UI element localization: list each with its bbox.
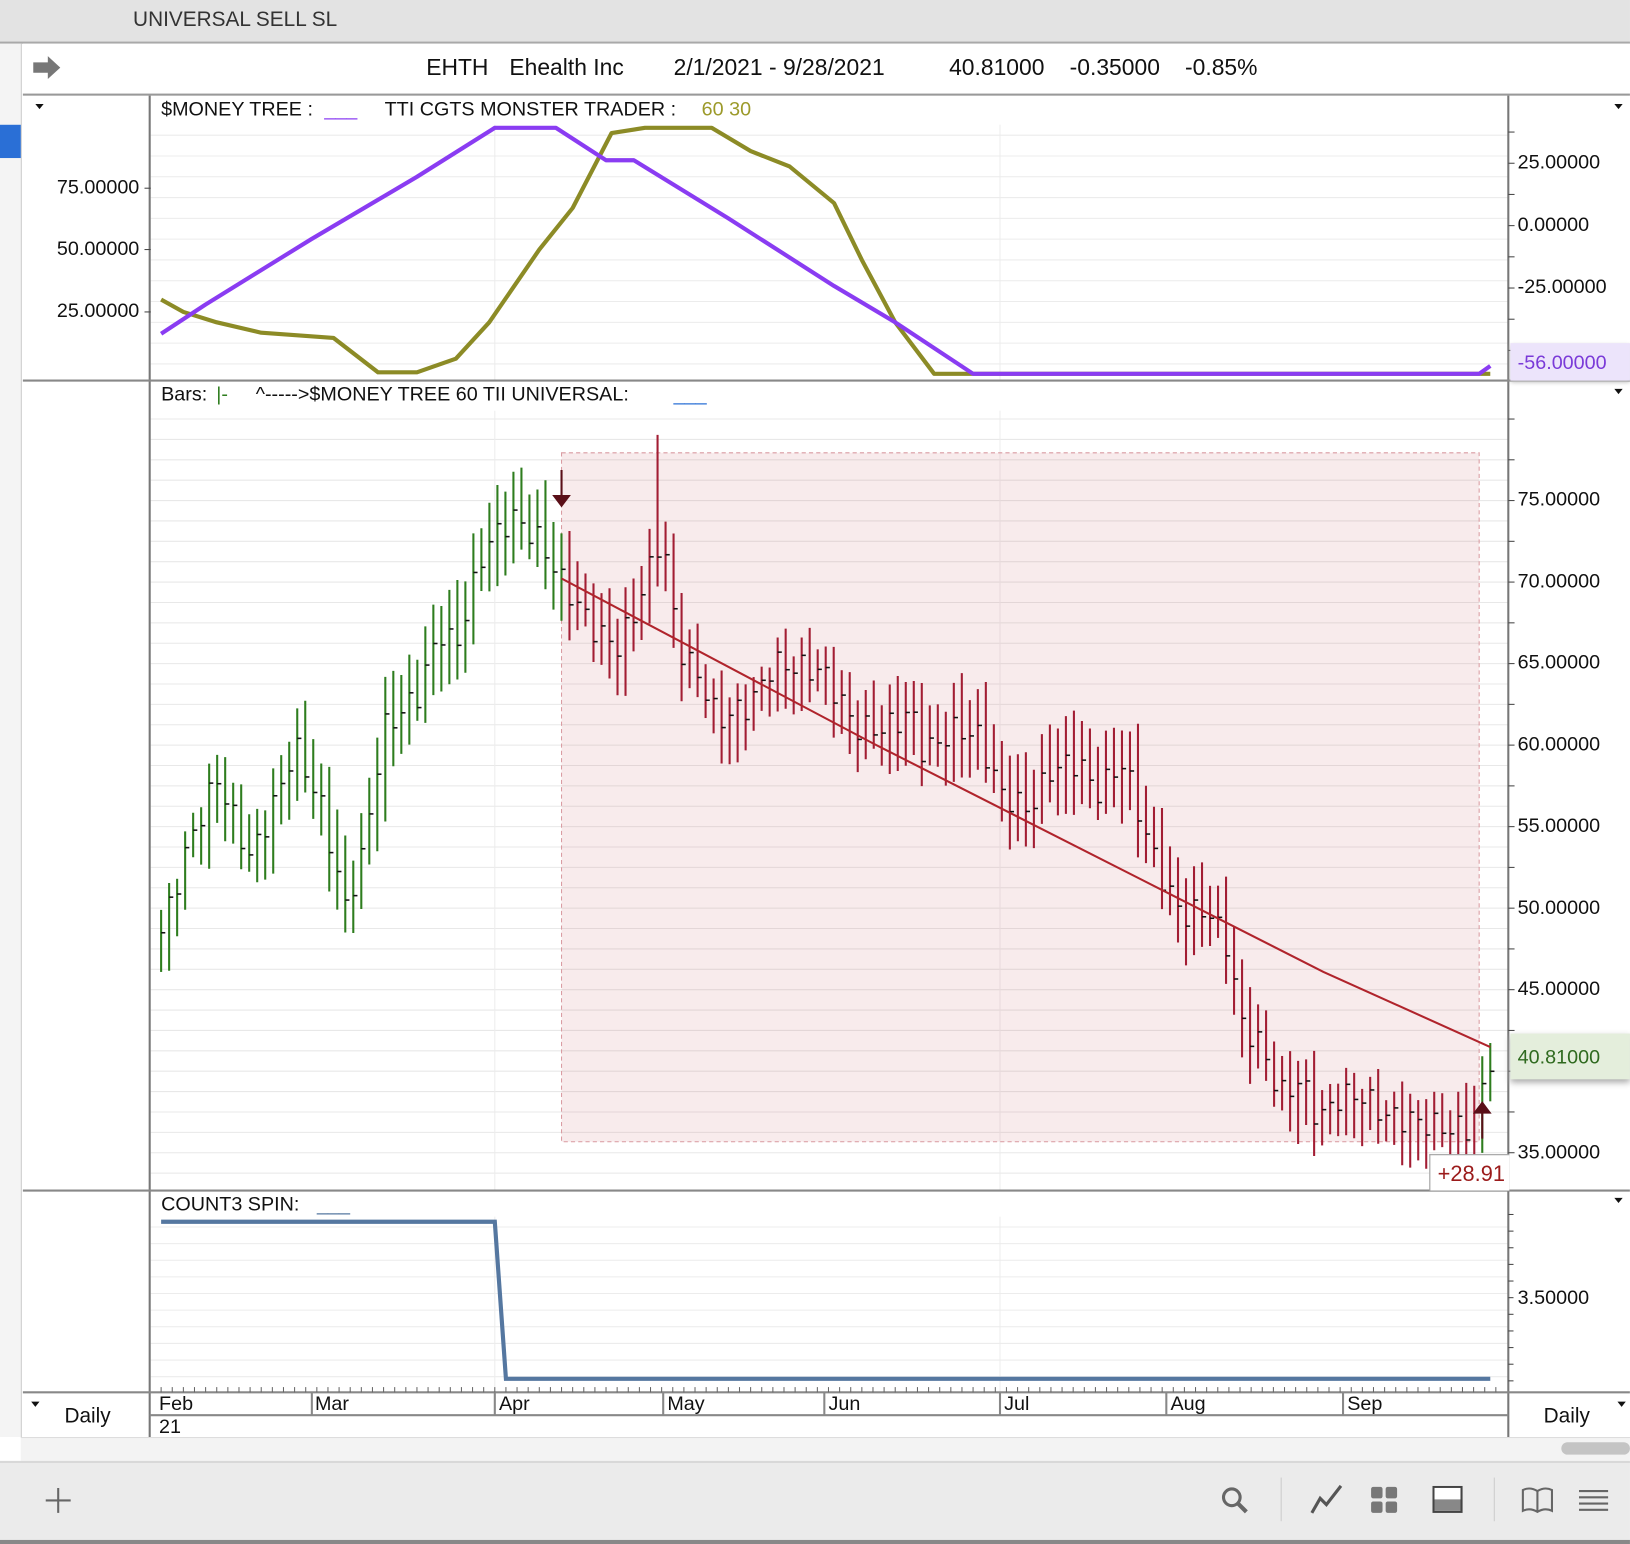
chart-line-icon[interactable] <box>1310 1484 1343 1515</box>
search-icon[interactable] <box>1220 1486 1249 1515</box>
period-selector-left[interactable]: Daily <box>64 1405 110 1429</box>
plus-icon[interactable] <box>44 1486 73 1515</box>
pane-menu-icon[interactable] <box>1614 1197 1623 1204</box>
indicator-value-badge: -56.00000 <box>1517 352 1607 375</box>
scrollbar-thumb[interactable] <box>1561 1442 1630 1455</box>
price-axis-label: 65.00000 <box>1517 651 1601 674</box>
year-label: 21 <box>159 1416 182 1439</box>
toolbar-divider <box>1280 1477 1282 1522</box>
price-axis-label: 45.00000 <box>1517 978 1601 1001</box>
count-axis-label: 3.50000 <box>1517 1287 1590 1310</box>
price-axis-label: 70.00000 <box>1517 570 1601 593</box>
panel-icon[interactable] <box>1432 1485 1463 1515</box>
money-tree-swatch: ___ <box>324 98 358 121</box>
price-axis-label: 35.00000 <box>1517 1141 1601 1164</box>
universal-label: ^----->$MONEY TREE 60 TII UNIVERSAL: <box>255 383 629 406</box>
price-axis-label: 50.00000 <box>1517 897 1601 920</box>
month-label: Aug <box>1170 1393 1206 1416</box>
book-icon[interactable] <box>1521 1486 1554 1515</box>
chart-canvas[interactable] <box>0 0 1630 1542</box>
month-label: May <box>667 1393 705 1416</box>
grid-icon[interactable] <box>1370 1486 1399 1515</box>
right-axis-label: 25.00000 <box>1517 151 1601 174</box>
money-tree-label: $MONEY TREE : <box>161 98 313 121</box>
pane-menu-icon[interactable] <box>1614 388 1623 395</box>
month-label: Feb <box>159 1393 194 1416</box>
monster-trader-line <box>160 125 1491 376</box>
left-axis-label: 50.00000 <box>56 238 140 260</box>
chart-window: UNIVERSAL SELL SL EHTH Ehealth Inc 2/1/2… <box>0 0 1630 1544</box>
count3-line <box>161 1219 1491 1381</box>
price-axis-label: 75.00000 <box>1517 488 1601 511</box>
count3-label: COUNT3 SPIN: <box>161 1193 300 1216</box>
month-label: Apr <box>498 1393 530 1416</box>
period-menu-icon[interactable] <box>1617 1401 1626 1407</box>
universal-swatch: ___ <box>673 383 707 406</box>
bars-glyph: |- <box>216 383 228 406</box>
count3-swatch: ___ <box>317 1193 351 1216</box>
monster-trader-params: 60 30 <box>701 98 752 121</box>
month-label: Mar <box>314 1393 349 1416</box>
horizontal-scrollbar[interactable] <box>20 1437 1630 1461</box>
month-label: Jun <box>828 1393 861 1416</box>
menu-icon[interactable] <box>1578 1488 1609 1513</box>
month-label: Sep <box>1347 1393 1383 1416</box>
toolbar-divider <box>1493 1477 1495 1522</box>
pane-menu-icon[interactable] <box>1614 103 1623 110</box>
bars-label: Bars: <box>161 383 208 406</box>
left-axis-label: 25.00000 <box>56 300 140 323</box>
price-axis-label: 60.00000 <box>1517 734 1601 756</box>
trade-result: +28.91 <box>1437 1162 1506 1187</box>
bottom-toolbar <box>0 1460 1630 1544</box>
month-label: Jul <box>1004 1393 1030 1416</box>
money-tree-line <box>159 125 1492 376</box>
monster-trader-label: TTI CGTS MONSTER TRADER : <box>384 98 677 121</box>
period-selector-right[interactable]: Daily <box>1544 1405 1590 1429</box>
period-menu-icon[interactable] <box>31 1401 40 1407</box>
price-axis-label: 55.00000 <box>1517 815 1601 838</box>
pane-menu-icon[interactable] <box>35 103 44 110</box>
last-price-badge: 40.81000 <box>1517 1047 1601 1069</box>
right-axis-label: -25.00000 <box>1517 276 1607 299</box>
trade-zone <box>561 452 1480 1143</box>
left-axis-label: 75.00000 <box>56 176 140 199</box>
right-axis-label: 0.00000 <box>1517 214 1590 237</box>
